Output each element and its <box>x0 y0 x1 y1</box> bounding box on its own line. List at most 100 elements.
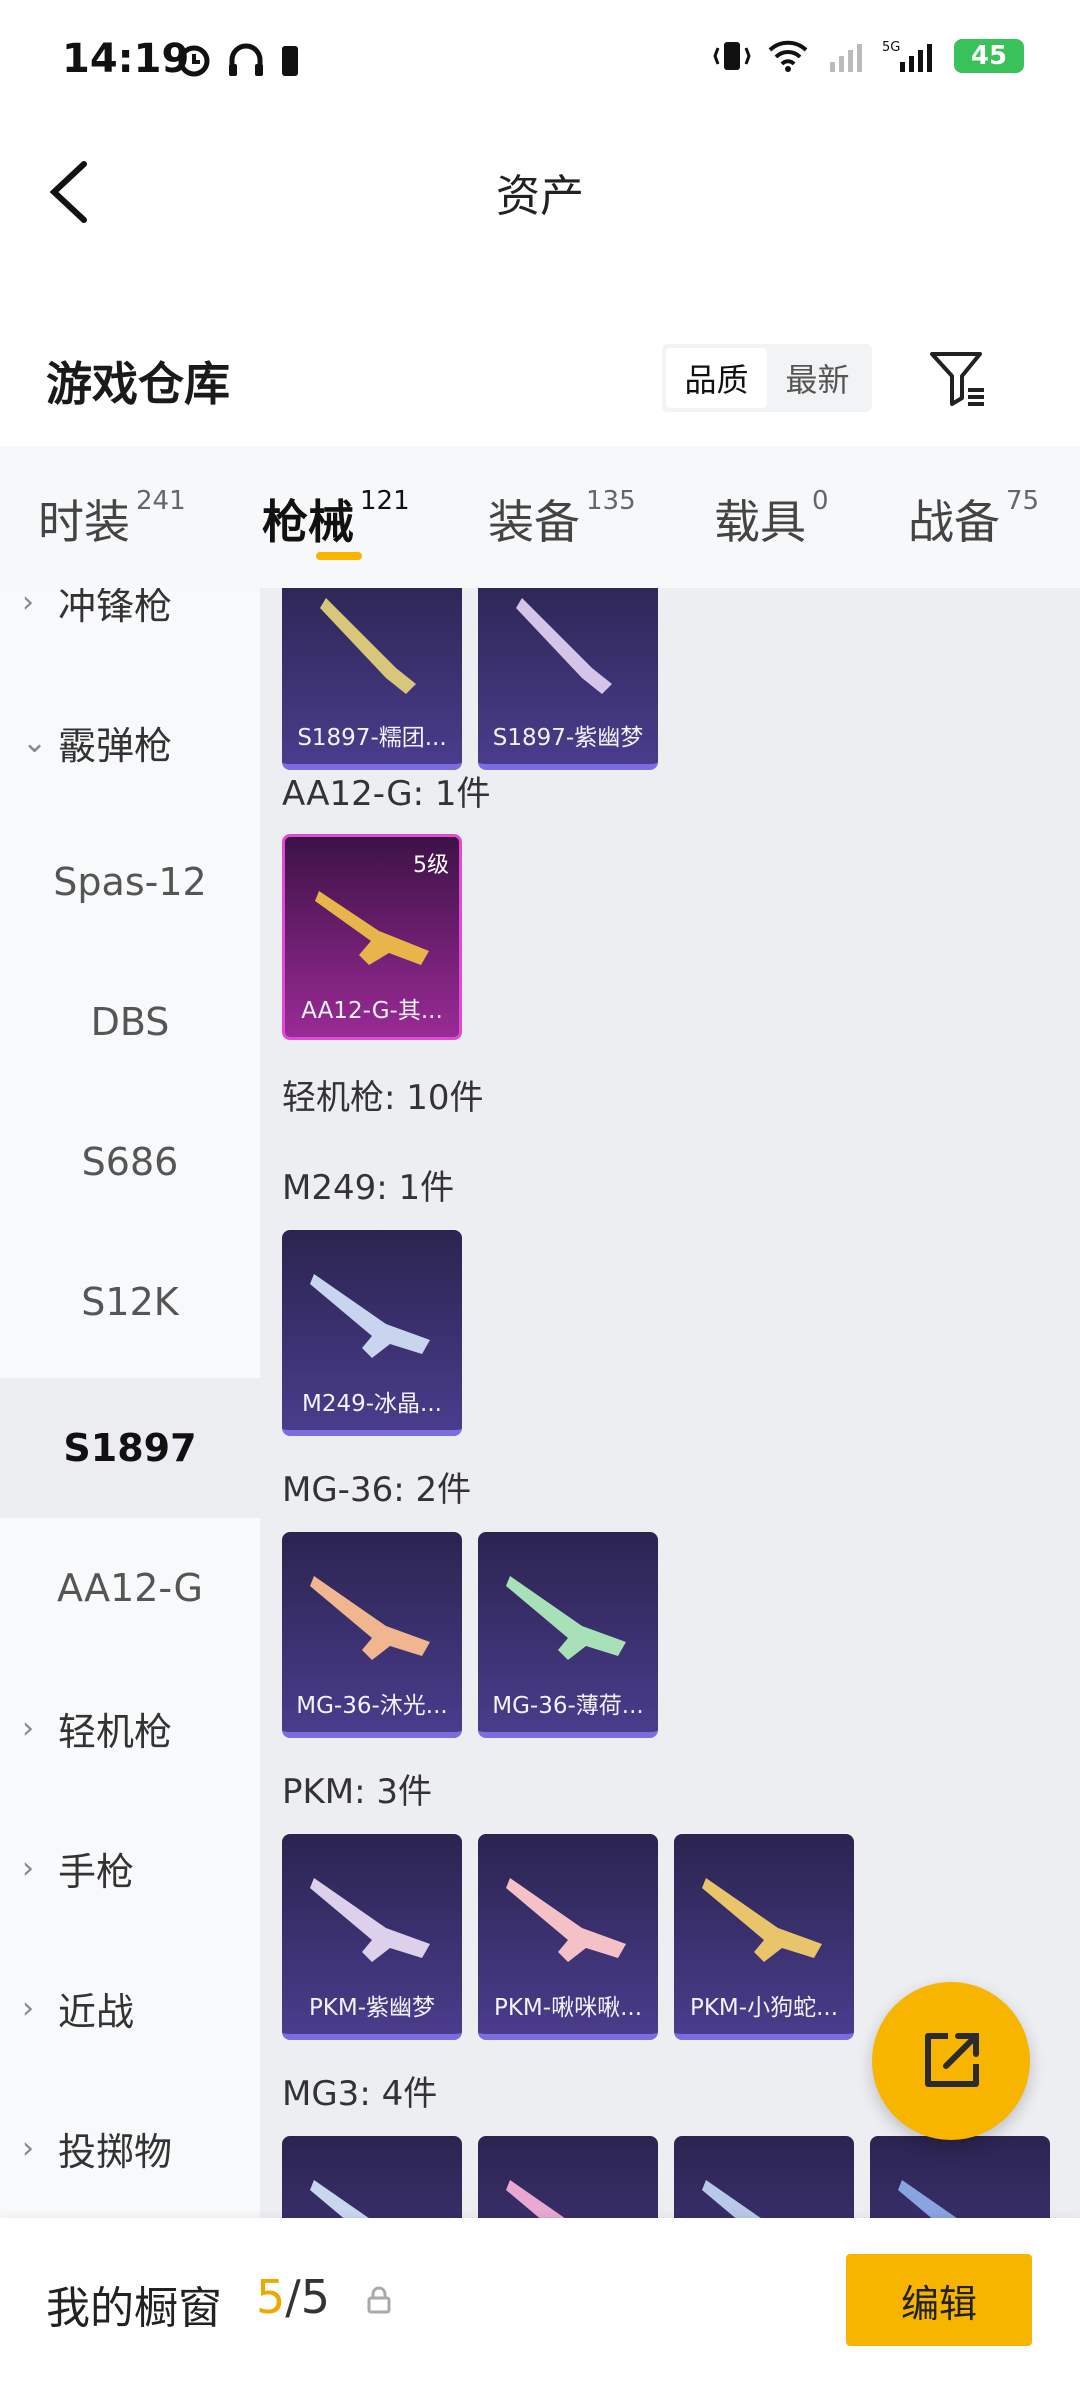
signal-weak-icon <box>830 44 862 72</box>
sidebar-item-throwables[interactable]: › 投掷物 <box>0 2078 260 2218</box>
alarm-icon <box>178 45 210 77</box>
sidebar-item-shotgun[interactable]: ⌄ 霰弹枪 <box>0 672 260 812</box>
weapon-card[interactable]: S1897-紫幽梦 <box>478 588 658 770</box>
tab-label: 载具 <box>714 495 806 549</box>
tab-vehicles[interactable]: 载具 0 <box>714 486 829 552</box>
status-bar: 14:19 5G 45 <box>0 0 1080 126</box>
weapon-sidebar: › 冲锋枪 ⌄ 霰弹枪 Spas-12 DBS S686 S12K S1897 … <box>0 588 260 2218</box>
sidebar-item-label: S686 <box>81 1140 179 1184</box>
machine-gun-icon <box>310 1274 430 1358</box>
tab-label: 装备 <box>488 495 580 549</box>
tab-count: 121 <box>360 486 410 516</box>
headphones-icon <box>229 43 263 76</box>
sidebar-item-melee[interactable]: › 近战 <box>0 1938 260 2078</box>
weapon-card[interactable]: PKM-紫幽梦 <box>282 1834 462 2040</box>
showcase-current: 5 <box>256 2270 286 2324</box>
chevron-right-icon: › <box>22 1710 34 1746</box>
sidebar-item-label: S1897 <box>63 1426 197 1470</box>
weapon-card[interactable]: S1897-糯团... <box>282 588 462 770</box>
weapon-card[interactable]: PKM-小狗蛇... <box>674 1834 854 2040</box>
machine-gun-icon <box>898 2180 957 2218</box>
tab-label: 战备 <box>908 495 1000 549</box>
showcase-total: /5 <box>285 2270 331 2324</box>
weapon-card-name: AA12-G-其... <box>301 998 443 1024</box>
rifle-icon <box>315 891 429 965</box>
weapon-card-name: PKM-紫幽梦 <box>308 1995 436 2021</box>
sidebar-item-lmg[interactable]: › 轻机枪 <box>0 1658 260 1798</box>
machine-gun-icon <box>702 2180 761 2218</box>
weapon-card[interactable]: M249-冰晶... <box>282 1230 462 1436</box>
lock-icon <box>367 2286 391 2314</box>
sidebar-item-aa12g[interactable]: AA12-G <box>0 1518 260 1658</box>
sidebar-item-dbs[interactable]: DBS <box>0 952 260 1092</box>
machine-gun-icon <box>702 1878 822 1962</box>
group-label-lmg: 轻机枪: 10件 <box>282 1078 484 1118</box>
weapon-card[interactable] <box>870 2136 1050 2218</box>
edit-button[interactable]: 编辑 <box>846 2254 1032 2346</box>
weapon-card[interactable]: PKM-啾咪啾... <box>478 1834 658 2040</box>
sidebar-item-s12k[interactable]: S12K <box>0 1232 260 1372</box>
chevron-down-icon: ⌄ <box>22 724 48 760</box>
signal-5g-icon: 5G <box>882 40 932 72</box>
app-header: 资产 <box>0 126 1080 258</box>
tab-equipment[interactable]: 装备 135 <box>488 486 636 552</box>
sidebar-item-s686[interactable]: S686 <box>0 1092 260 1232</box>
sort-newest-button[interactable]: 最新 <box>767 348 868 408</box>
chevron-right-icon: › <box>22 1850 34 1886</box>
shotgun-icon <box>320 598 416 694</box>
tab-count: 241 <box>136 486 186 516</box>
sort-toggle: 品质 最新 <box>662 344 872 412</box>
weapon-card[interactable]: MG-36-沐光... <box>282 1532 462 1738</box>
filter-button[interactable] <box>926 346 990 410</box>
tab-label: 时装 <box>38 495 130 549</box>
machine-gun-icon <box>506 2180 565 2218</box>
sidebar-item-s1897[interactable]: S1897 <box>0 1378 260 1518</box>
battery-level: 45 <box>970 41 1008 71</box>
weapon-card-name: M249-冰晶... <box>302 1391 442 1417</box>
sidebar-item-label: Spas-12 <box>53 860 207 904</box>
sidebar-item-label: 近战 <box>58 1989 135 2034</box>
weapon-card[interactable] <box>282 2136 462 2218</box>
weapon-content: S1897-糯团... S1897-紫幽梦 AA12-G: 1件 5级 AA12… <box>260 588 1080 2218</box>
weapon-card[interactable] <box>674 2136 854 2218</box>
group-label-pkm: PKM: 3件 <box>282 1772 433 1812</box>
weapon-card[interactable]: MG-36-薄荷... <box>478 1532 658 1738</box>
status-time: 14:19 <box>62 36 190 82</box>
svg-text:5G: 5G <box>882 40 900 55</box>
sidebar-item-pistol[interactable]: › 手枪 <box>0 1798 260 1938</box>
tab-fashion[interactable]: 时装 241 <box>38 486 186 552</box>
share-button[interactable] <box>872 1982 1030 2140</box>
sidebar-item-label: S12K <box>81 1280 179 1324</box>
share-icon <box>925 2033 979 2087</box>
tab-count: 75 <box>1006 486 1040 516</box>
machine-gun-icon <box>506 1878 626 1962</box>
tab-supplies[interactable]: 战备 75 <box>908 486 1039 552</box>
showcase-count: 5/5 <box>256 2270 330 2324</box>
weapon-card-name: PKM-啾咪啾... <box>493 1995 643 2021</box>
group-label-m249: M249: 1件 <box>282 1168 455 1208</box>
page-title: 资产 <box>496 171 584 222</box>
weapon-card-name: PKM-小狗蛇... <box>689 1995 839 2021</box>
sidebar-item-smg[interactable]: › 冲锋枪 <box>0 588 260 672</box>
weapon-card-name: MG-36-沐光... <box>296 1693 448 1719</box>
machine-gun-icon <box>310 1576 430 1660</box>
sidebar-item-label: 冲锋枪 <box>58 588 173 628</box>
weapon-card[interactable]: 5级 AA12-G-其... <box>282 834 462 1040</box>
battery-indicator: 45 <box>954 39 1024 73</box>
sidebar-item-label: 霰弹枪 <box>58 723 173 768</box>
weapon-card[interactable] <box>478 2136 658 2218</box>
sidebar-item-spas12[interactable]: Spas-12 <box>0 812 260 952</box>
tab-firearms[interactable]: 枪械 121 <box>262 486 410 552</box>
tab-label: 枪械 <box>262 495 354 549</box>
showcase-bar: 我的橱窗 5/5 编辑 <box>0 2218 1080 2382</box>
sidebar-item-label: 轻机枪 <box>58 1709 173 1754</box>
sidebar-item-label: DBS <box>90 1000 170 1044</box>
sort-quality-button[interactable]: 品质 <box>666 348 767 408</box>
sidebar-item-label: AA12-G <box>57 1566 203 1610</box>
group-label-mg36: MG-36: 2件 <box>282 1470 472 1510</box>
group-label-mg3: MG3: 4件 <box>282 2074 438 2114</box>
machine-gun-icon <box>310 1878 430 1962</box>
weapon-card-name: S1897-紫幽梦 <box>492 725 644 751</box>
machine-gun-icon <box>310 2180 369 2218</box>
active-tab-indicator <box>316 552 362 560</box>
